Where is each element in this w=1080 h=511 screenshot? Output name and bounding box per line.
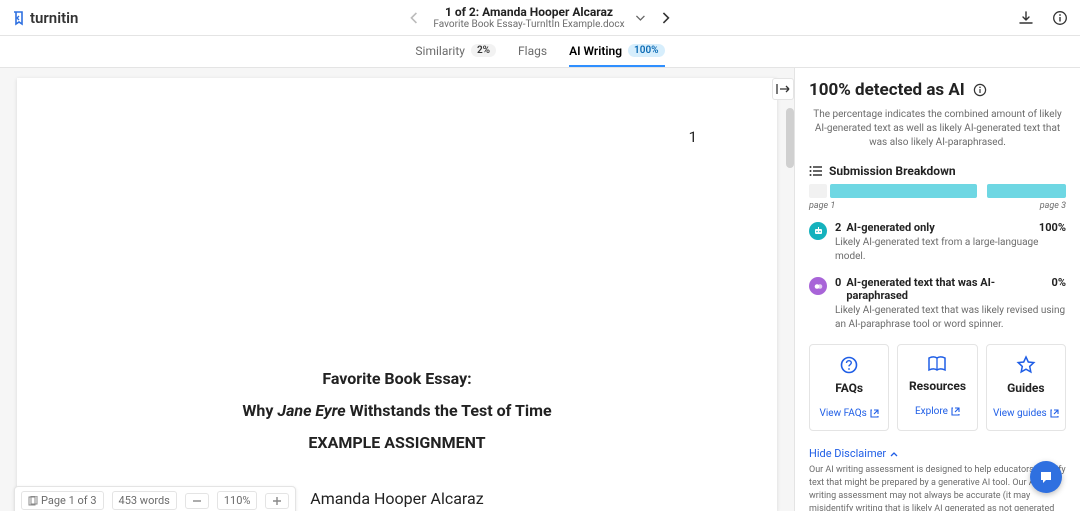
panel-title: 100% detected as AI xyxy=(809,80,1066,100)
card-resources: Resources Explore xyxy=(897,344,977,431)
page-number: 1 xyxy=(689,128,697,146)
card-guides: Guides View guides xyxy=(986,344,1066,431)
card-guides-link[interactable]: View guides xyxy=(993,408,1059,419)
card-resources-link[interactable]: Explore xyxy=(915,406,960,417)
robot-icon xyxy=(809,222,827,240)
info-icon[interactable] xyxy=(973,83,987,97)
ai-detection-panel: 100% detected as AI The percentage indic… xyxy=(794,68,1080,511)
download-icon xyxy=(1018,10,1034,26)
tab-flags-label: Flags xyxy=(518,44,547,58)
document-switcher: 1 of 2: Amanda Hooper Alcaraz Favorite B… xyxy=(405,5,674,29)
document-filename: Favorite Book Essay-TurnItIn Example.doc… xyxy=(433,19,624,30)
tab-similarity-badge: 2% xyxy=(471,44,496,57)
breakdown-bar-labels: page 1 page 3 xyxy=(809,201,1066,211)
zoom-in-button[interactable] xyxy=(265,493,289,509)
card-faqs: FAQs View FAQs xyxy=(809,344,889,431)
tab-ai-writing[interactable]: AI Writing 100% xyxy=(569,36,665,67)
tab-similarity-label: Similarity xyxy=(415,44,465,58)
panel-subtext: The percentage indicates the combined am… xyxy=(809,108,1066,150)
zoom-out-button[interactable] xyxy=(185,493,209,509)
info-icon xyxy=(1052,10,1068,26)
tab-ai-badge: 100% xyxy=(628,44,665,57)
paraphrase-icon xyxy=(809,277,827,295)
pages-icon xyxy=(28,496,38,506)
word-count-chip[interactable]: 453 words xyxy=(112,491,177,510)
collapse-icon xyxy=(776,83,790,95)
tab-ai-label: AI Writing xyxy=(569,44,622,58)
help-cards: FAQs View FAQs Resources Explore xyxy=(809,344,1066,431)
tab-similarity[interactable]: Similarity 2% xyxy=(415,36,496,67)
turnitin-logo: turnitin xyxy=(12,9,78,27)
external-link-icon xyxy=(951,407,960,416)
external-link-icon xyxy=(1050,409,1059,418)
download-button[interactable] xyxy=(1018,10,1034,26)
tab-flags[interactable]: Flags xyxy=(518,36,547,67)
card-faqs-link[interactable]: View FAQs xyxy=(820,408,879,419)
turnitin-logo-icon xyxy=(12,10,26,26)
breakdown-header: Submission Breakdown xyxy=(809,164,1066,178)
chat-icon xyxy=(1038,469,1054,485)
scrollbar[interactable] xyxy=(786,108,794,168)
collapse-panel-button[interactable] xyxy=(772,78,794,100)
document-title: 1 of 2: Amanda Hooper Alcaraz xyxy=(433,5,624,18)
card-resources-title: Resources xyxy=(902,379,972,393)
document-menu-button[interactable] xyxy=(635,13,647,23)
essay-title-line-3: EXAMPLE ASSIGNMENT xyxy=(97,427,697,459)
plus-icon xyxy=(272,496,282,506)
top-bar: turnitin 1 of 2: Amanda Hooper Alcaraz F… xyxy=(0,0,1080,36)
breakdown-bar[interactable] xyxy=(809,184,1066,198)
report-tabs: Similarity 2% Flags AI Writing 100% xyxy=(0,36,1080,68)
essay-title-line-2: Why Jane Eyre Withstands the Test of Tim… xyxy=(97,395,697,427)
main-area: 1 Favorite Book Essay: Why Jane Eyre Wit… xyxy=(0,68,1080,511)
logo-text: turnitin xyxy=(30,9,78,27)
document-viewer[interactable]: 1 Favorite Book Essay: Why Jane Eyre Wit… xyxy=(0,68,794,511)
help-fab[interactable] xyxy=(1030,461,1062,493)
document-page: 1 Favorite Book Essay: Why Jane Eyre Wit… xyxy=(17,78,777,511)
minus-icon xyxy=(192,496,202,506)
star-icon xyxy=(991,355,1061,375)
book-icon xyxy=(902,355,972,373)
info-button[interactable] xyxy=(1052,10,1068,26)
pages-chip[interactable]: Page 1 of 3 xyxy=(21,491,104,510)
card-faqs-title: FAQs xyxy=(814,381,884,395)
metric-ai-generated: 2 AI-generated only 100% Likely AI-gener… xyxy=(809,221,1066,264)
viewer-toolbar: Page 1 of 3 453 words 110% xyxy=(14,486,296,511)
help-icon xyxy=(814,355,884,375)
caret-up-icon xyxy=(890,451,898,457)
prev-submission-button[interactable] xyxy=(405,8,423,28)
card-guides-title: Guides xyxy=(991,381,1061,395)
zoom-level-chip[interactable]: 110% xyxy=(217,491,258,510)
essay-title-line-1: Favorite Book Essay: xyxy=(97,363,697,395)
disclaimer-text: Our AI writing assessment is designed to… xyxy=(809,464,1066,511)
external-link-icon xyxy=(870,409,879,418)
disclaimer-toggle[interactable]: Hide Disclaimer xyxy=(809,447,1066,460)
next-submission-button[interactable] xyxy=(657,8,675,28)
document-meta: 1 of 2: Amanda Hooper Alcaraz Favorite B… xyxy=(433,5,624,29)
list-icon xyxy=(809,165,823,177)
metric-ai-paraphrased: 0 AI-generated text that was AI-paraphra… xyxy=(809,276,1066,332)
